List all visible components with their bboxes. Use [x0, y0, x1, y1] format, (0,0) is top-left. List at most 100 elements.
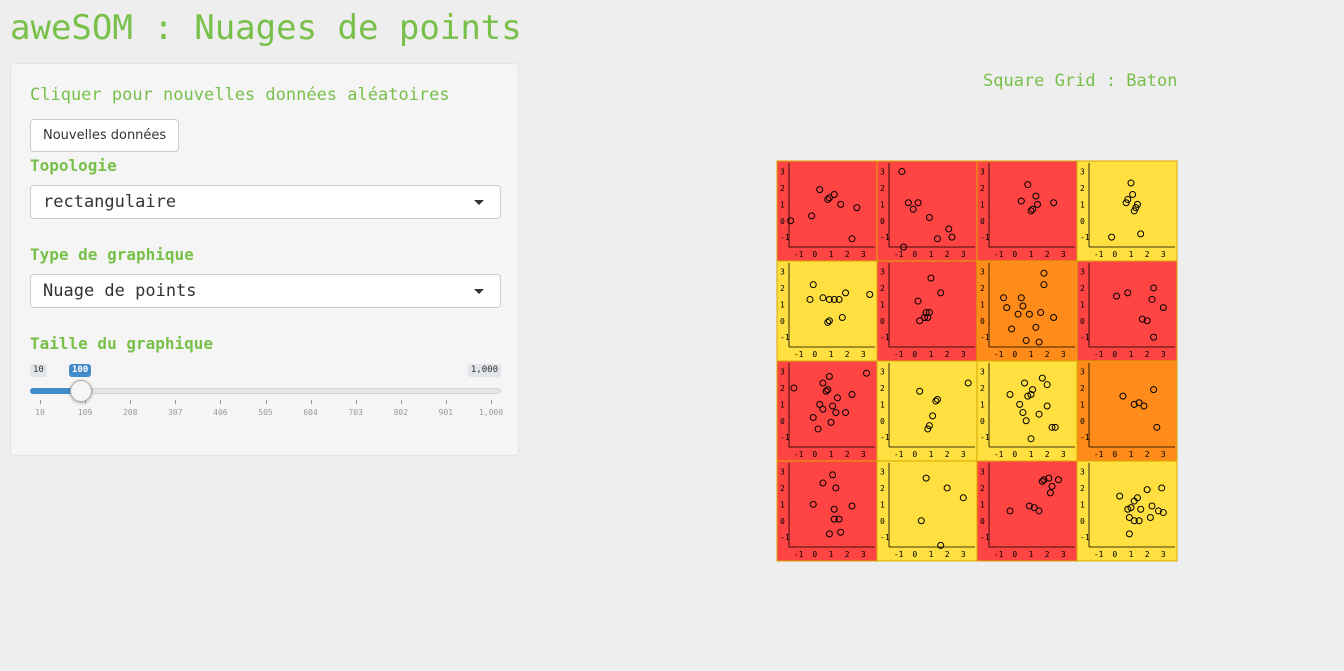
som-cell: 3 2 1 0 -1 -1 0 1 2 3	[876, 460, 978, 562]
cell-background	[876, 360, 978, 462]
x-tick-label: 2	[1045, 450, 1050, 459]
x-tick-label: 3	[961, 250, 966, 259]
som-cell: 3 2 1 0 -1 -1 0 1 2 3	[776, 260, 878, 362]
plot-size-slider[interactable]: 10 100 1,000 10 109 208 307 406 505 604 703 802 9…	[30, 360, 503, 430]
slider-handle[interactable]	[70, 380, 92, 402]
y-tick-label: 1	[780, 200, 785, 209]
y-tick-label: 1	[980, 300, 985, 309]
x-tick-label: 3	[1061, 450, 1066, 459]
y-tick-label: -1	[1080, 233, 1090, 242]
x-tick-label: 1	[829, 250, 834, 259]
slider-max-label: 1,000	[467, 364, 501, 377]
y-tick-label: 1	[880, 300, 885, 309]
y-tick-label: 2	[980, 484, 985, 493]
y-tick-label: 2	[880, 484, 885, 493]
slider-tick-label: 505	[258, 408, 273, 417]
y-tick-label: 0	[980, 417, 985, 426]
x-tick-label: -1	[794, 450, 804, 459]
som-cell: 3 2 1 0 -1 -1 0 1 2 3	[876, 360, 978, 462]
som-cell: 3 2 1 0 -1 -1 0 1 2 3	[1076, 160, 1178, 262]
som-cell: 3 2 1 0 -1 -1 0 1 2 3	[976, 260, 1078, 362]
y-tick-label: 2	[980, 384, 985, 393]
y-tick-label: 3	[1080, 468, 1085, 477]
x-tick-label: -1	[1094, 350, 1104, 359]
x-tick-label: 3	[861, 250, 866, 259]
y-tick-label: 2	[1080, 384, 1085, 393]
x-tick-label: 2	[1145, 450, 1150, 459]
x-tick-label: 3	[861, 550, 866, 559]
y-tick-label: 1	[1080, 200, 1085, 209]
x-tick-label: 0	[812, 350, 817, 359]
cell-background	[1076, 160, 1178, 262]
x-tick-label: 0	[812, 250, 817, 259]
y-tick-label: -1	[880, 533, 890, 542]
x-tick-label: 0	[1012, 250, 1017, 259]
x-tick-label: 2	[845, 350, 850, 359]
y-tick-label: 3	[880, 168, 885, 177]
y-tick-label: -1	[780, 433, 790, 442]
slider-min-label: 10	[30, 364, 47, 377]
x-tick-label: -1	[994, 550, 1004, 559]
plot-title: Square Grid : Baton	[983, 71, 1178, 91]
x-tick-label: 1	[1129, 250, 1134, 259]
y-tick-label: 3	[980, 268, 985, 277]
x-tick-label: 2	[945, 550, 950, 559]
som-cell: 3 2 1 0 -1 -1 0 1 2 3	[776, 460, 878, 562]
x-tick-label: 0	[912, 250, 917, 259]
slider-value-label: 100	[69, 364, 92, 377]
cell-background	[876, 160, 978, 262]
y-tick-label: 0	[980, 217, 985, 226]
cell-background	[976, 260, 1078, 362]
slider-tick	[310, 400, 312, 404]
slider-tick	[491, 400, 492, 404]
x-tick-label: 0	[1112, 350, 1117, 359]
som-cell: 3 2 1 0 -1 -1 0 1 2 3	[976, 160, 1078, 262]
y-tick-label: 1	[780, 500, 785, 509]
y-tick-label: 1	[780, 400, 785, 409]
plot-type-select[interactable]: Nuage de points	[30, 274, 501, 308]
x-tick-label: 1	[1129, 350, 1134, 359]
slider-track[interactable]	[30, 388, 501, 394]
new-data-button[interactable]: Nouvelles données	[30, 119, 180, 152]
y-tick-label: 0	[880, 317, 885, 326]
y-tick-label: 0	[1080, 417, 1085, 426]
y-tick-label: 1	[1080, 300, 1085, 309]
topology-label: Topologie	[30, 156, 117, 175]
x-tick-label: 0	[912, 350, 917, 359]
som-cell: 3 2 1 0 -1 -1 0 1 2 3	[1076, 360, 1178, 462]
som-cell: 3 2 1 0 -1 -1 0 1 2 3	[876, 160, 978, 262]
y-tick-label: -1	[980, 333, 990, 342]
x-tick-label: -1	[894, 450, 904, 459]
topology-select[interactable]: rectangulaire	[30, 185, 501, 219]
x-tick-label: 2	[945, 250, 950, 259]
x-tick-label: -1	[794, 550, 804, 559]
y-tick-label: 1	[1080, 500, 1085, 509]
som-cell: 3 2 1 0 -1 -1 0 1 2 3	[776, 160, 878, 262]
y-tick-label: 2	[1080, 284, 1085, 293]
slider-tick-label: 703	[348, 408, 363, 417]
y-tick-label: -1	[980, 433, 990, 442]
y-tick-label: 2	[1080, 184, 1085, 193]
y-tick-label: -1	[780, 233, 790, 242]
y-tick-label: 2	[980, 284, 985, 293]
y-tick-label: 3	[880, 468, 885, 477]
new-data-hint: Cliquer pour nouvelles données aléatoire…	[30, 85, 450, 105]
x-tick-label: 3	[1161, 250, 1166, 259]
som-cell: 3 2 1 0 -1 -1 0 1 2 3	[976, 360, 1078, 462]
y-tick-label: 0	[880, 417, 885, 426]
y-tick-label: 3	[880, 368, 885, 377]
x-tick-label: 1	[829, 350, 834, 359]
x-tick-label: 1	[1129, 550, 1134, 559]
x-tick-label: -1	[994, 250, 1004, 259]
x-tick-label: 2	[1145, 550, 1150, 559]
x-tick-label: -1	[1094, 450, 1104, 459]
x-tick-label: 3	[961, 550, 966, 559]
x-tick-label: 0	[1112, 250, 1117, 259]
x-tick-label: 0	[1012, 550, 1017, 559]
x-tick-label: 2	[1045, 550, 1050, 559]
cell-background	[976, 460, 1078, 562]
y-tick-label: 1	[880, 200, 885, 209]
cell-background	[1076, 260, 1178, 362]
x-tick-label: 0	[1012, 350, 1017, 359]
x-tick-label: 3	[961, 350, 966, 359]
